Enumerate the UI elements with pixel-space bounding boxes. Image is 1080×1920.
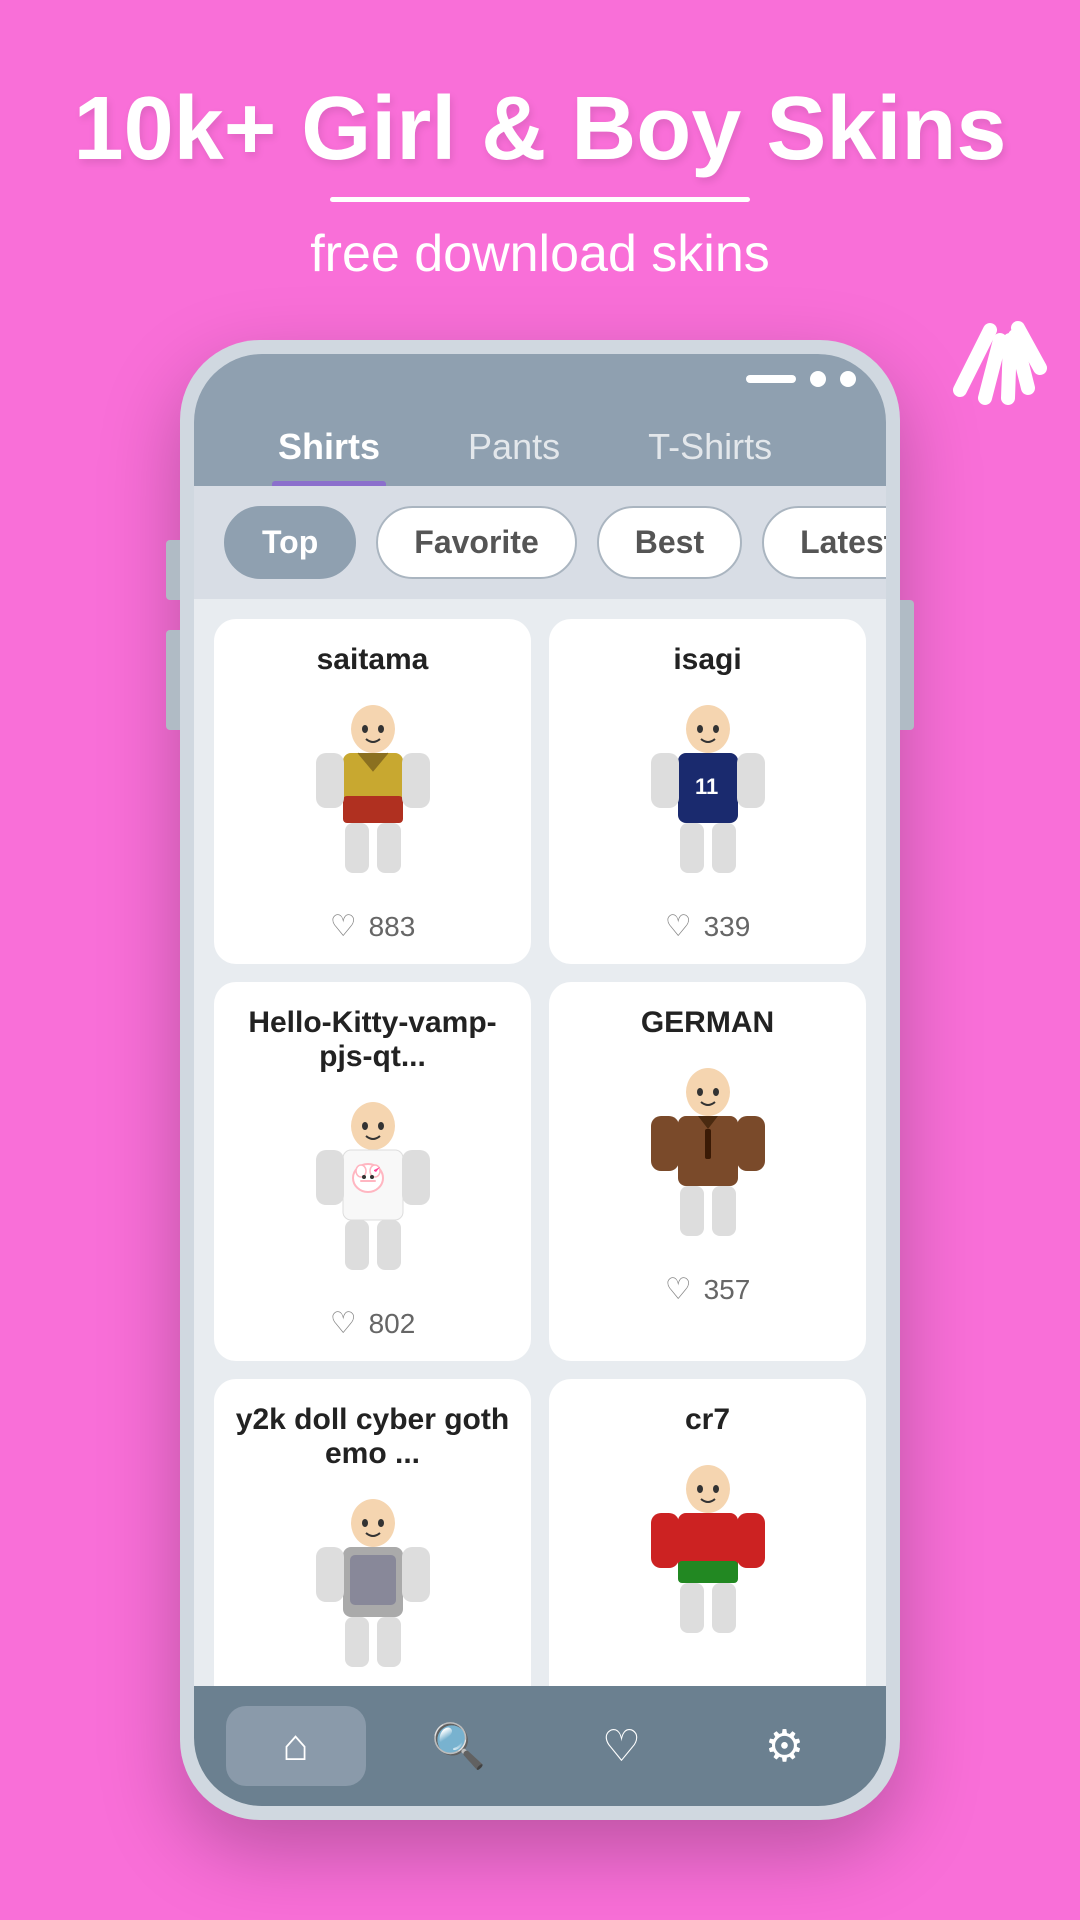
card-likes-saitama: ♡ 883 [330,909,416,944]
card-title-cr7: cr7 [569,1403,846,1437]
heart-nav-icon: ♡ [602,1721,641,1772]
search-icon: 🔍 [431,1720,486,1772]
gear-icon: ⚙ [765,1721,804,1772]
filter-top[interactable]: Top [224,506,356,579]
battery-icon [840,371,856,387]
phone-outer: Shirts Pants T-Shirts Top Favorite Bes [180,340,900,1820]
nav-settings[interactable]: ⚙ [715,1706,855,1786]
filter-best[interactable]: Best [597,506,742,579]
card-title-saitama: saitama [234,643,511,677]
tab-tshirts[interactable]: T-Shirts [604,404,816,486]
heart-icon-isagi: ♡ [665,909,692,944]
header-underline [330,197,750,202]
heart-icon-german: ♡ [665,1272,692,1307]
skins-grid: saitama [214,619,866,1686]
wifi-icon [810,371,826,387]
heart-icon-saitama: ♡ [330,909,357,944]
filter-latest[interactable]: Latest [762,506,886,579]
heart-icon-hello-kitty: ♡ [330,1306,357,1341]
nav-search[interactable]: 🔍 [389,1706,529,1786]
card-avatar-isagi: 11 [608,693,808,893]
volume-up-button [166,540,180,600]
header-title: 10k+ Girl & Boy Skins [60,80,1020,179]
nav-home[interactable]: ⌂ [226,1706,366,1786]
shine-decoration [880,250,1050,415]
card-german[interactable]: GERMAN [549,982,866,1361]
bottom-nav: ⌂ 🔍 ♡ ⚙ [194,1686,886,1806]
card-avatar-hello-kitty [273,1090,473,1290]
card-saitama[interactable]: saitama [214,619,531,964]
svg-text:11: 11 [695,774,718,799]
signal-icon [746,375,796,383]
filter-bar: Top Favorite Best Latest [194,486,886,599]
tab-shirts[interactable]: Shirts [234,404,424,486]
card-likes-hello-kitty: ♡ 802 [330,1306,416,1341]
card-avatar-german [608,1056,808,1256]
tab-bar: Shirts Pants T-Shirts [194,404,886,486]
nav-favorites[interactable]: ♡ [552,1706,692,1786]
card-avatar-saitama [273,693,473,893]
card-likes-german: ♡ 357 [665,1272,751,1307]
volume-down-button [166,630,180,730]
status-bar [194,354,886,404]
home-icon: ⌂ [282,1721,309,1771]
card-y2k[interactable]: y2k doll cyber goth emo ... [214,1379,531,1686]
phone-screen: Shirts Pants T-Shirts Top Favorite Bes [194,354,886,1806]
card-cr7[interactable]: cr7 [549,1379,866,1686]
card-title-y2k: y2k doll cyber goth emo ... [234,1403,511,1471]
card-likes-isagi: ♡ 339 [665,909,751,944]
phone-container: Shirts Pants T-Shirts Top Favorite Bes [180,340,900,1820]
tab-pants[interactable]: Pants [424,404,604,486]
card-title-isagi: isagi [569,643,846,677]
filter-favorite[interactable]: Favorite [376,506,576,579]
card-title-german: GERMAN [569,1006,846,1040]
card-avatar-cr7 [608,1453,808,1653]
content-area: saitama [194,599,886,1686]
card-isagi[interactable]: isagi 11 [549,619,866,964]
header-subtitle: free download skins [60,224,1020,284]
card-hello-kitty[interactable]: Hello-Kitty-vamp-pjs-qt... [214,982,531,1361]
power-button [900,600,914,730]
card-avatar-y2k [273,1487,473,1686]
card-title-hello-kitty: Hello-Kitty-vamp-pjs-qt... [234,1006,511,1074]
